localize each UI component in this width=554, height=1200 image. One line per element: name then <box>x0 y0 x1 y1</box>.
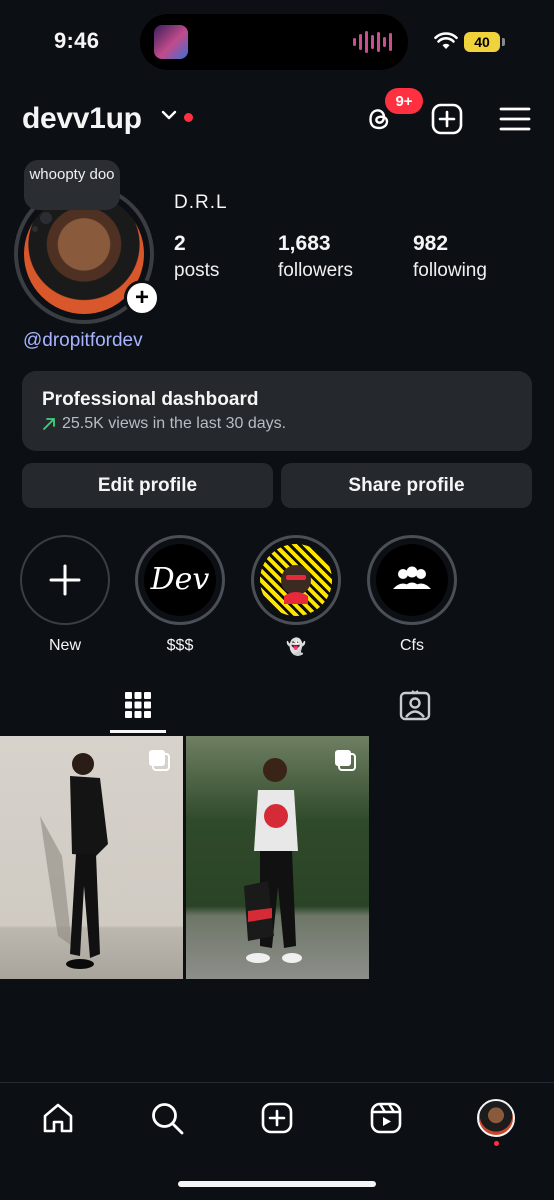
tab-tagged[interactable] <box>385 685 445 725</box>
highlight-new[interactable]: New <box>19 535 111 655</box>
following-count[interactable]: 982 following <box>413 232 487 282</box>
dashboard-subtitle-text: 25.5K views in the last 30 days. <box>62 415 287 432</box>
battery-level: 40 <box>474 34 490 50</box>
highlight-cfs[interactable]: Cfs <box>366 535 458 655</box>
menu-icon[interactable] <box>498 102 532 136</box>
share-profile-button[interactable]: Share profile <box>281 463 532 508</box>
highlight-money-label: $$$ <box>166 637 194 654</box>
highlight-cfs-ring <box>367 535 457 625</box>
dashboard-subtitle: 25.5K views in the last 30 days. <box>42 415 286 433</box>
create-icon <box>261 1102 293 1134</box>
note-text: whoopty doo <box>29 166 115 183</box>
profile-avatar-small <box>477 1099 515 1137</box>
highlight-new-label: New <box>48 637 81 654</box>
note-bubble-tail <box>40 212 52 224</box>
audio-waveform-icon <box>353 30 392 54</box>
status-dot <box>184 113 193 122</box>
grid-icon <box>125 692 151 718</box>
search-icon <box>152 1103 184 1135</box>
post-thumbnail[interactable] <box>0 736 183 979</box>
trend-up-icon <box>43 418 55 430</box>
multi-photo-icon <box>335 750 356 771</box>
highlight-money[interactable]: Dev $$$ <box>134 535 226 655</box>
bottom-nav-divider <box>0 1082 554 1083</box>
home-indicator[interactable] <box>178 1181 376 1187</box>
add-story-icon[interactable]: + <box>124 280 160 316</box>
edit-profile-button[interactable]: Edit profile <box>22 463 273 508</box>
followers-count-value: 1,683 <box>278 232 331 255</box>
highlight-cfs-cover <box>376 544 448 616</box>
following-count-value: 982 <box>413 232 449 255</box>
nav-profile[interactable] <box>476 1098 516 1138</box>
dynamic-island[interactable] <box>140 14 408 70</box>
followers-count[interactable]: 1,683 followers <box>278 232 353 282</box>
full-name: D.R.L <box>174 192 228 213</box>
battery-tip <box>502 38 505 46</box>
note-bubble-tail-small <box>32 226 38 232</box>
nav-home[interactable] <box>38 1098 78 1138</box>
post-thumbnail[interactable] <box>186 736 369 979</box>
highlight-money-ring: Dev <box>135 535 225 625</box>
highlight-cfs-label: Cfs <box>400 637 424 654</box>
nav-create[interactable] <box>257 1098 297 1138</box>
multi-photo-icon <box>149 750 170 771</box>
status-time: 9:46 <box>54 28 100 53</box>
posts-count-label: posts <box>174 260 220 281</box>
close-friends-icon <box>393 566 431 589</box>
edit-profile-label: Edit profile <box>97 474 198 496</box>
highlight-money-cover: Dev <box>144 544 216 616</box>
profile-link[interactable]: @dropitfordev <box>23 330 143 352</box>
create-post-icon[interactable] <box>430 102 464 136</box>
share-profile-label: Share profile <box>348 474 465 496</box>
note-bubble[interactable]: whoopty doo <box>24 160 120 210</box>
dashboard-title: Professional dashboard <box>42 389 259 410</box>
active-tab-indicator <box>110 730 166 733</box>
post-photo-figure <box>244 758 302 963</box>
posts-count[interactable]: 2 posts <box>174 232 219 282</box>
chevron-down-icon[interactable] <box>161 109 177 121</box>
home-icon <box>43 1103 73 1133</box>
status-bar: 9:46 40 <box>0 0 554 84</box>
posts-count-value: 2 <box>174 232 186 255</box>
tab-posts-grid[interactable] <box>108 685 168 725</box>
tagged-person-icon <box>399 690 431 721</box>
plus-icon <box>49 564 81 596</box>
nav-reels[interactable] <box>366 1098 406 1138</box>
now-playing-artwork <box>154 25 188 59</box>
following-count-label: following <box>413 260 487 281</box>
highlight-ghost-ring <box>251 535 341 625</box>
battery-indicator: 40 <box>464 32 500 52</box>
post-photo-figure <box>40 753 108 969</box>
highlight-money-cover-text: Dev <box>150 562 210 597</box>
ghost-icon <box>281 565 311 604</box>
followers-count-label: followers <box>278 260 353 281</box>
reels-icon <box>370 1102 402 1134</box>
profile-header: devv1up 9+ <box>0 88 554 144</box>
highlight-new-ring <box>20 535 110 625</box>
profile-notification-dot <box>494 1141 499 1146</box>
highlight-ghost[interactable]: 👻 <box>250 535 342 657</box>
notifications-badge[interactable]: 9+ <box>385 88 423 114</box>
highlight-ghost-label: 👻 <box>286 639 306 656</box>
username-switcher[interactable]: devv1up <box>22 102 142 136</box>
nav-search[interactable] <box>147 1098 187 1138</box>
snapcode-image <box>260 544 332 616</box>
professional-dashboard[interactable]: Professional dashboard 25.5K views in th… <box>22 371 532 451</box>
wifi-icon <box>434 32 458 49</box>
